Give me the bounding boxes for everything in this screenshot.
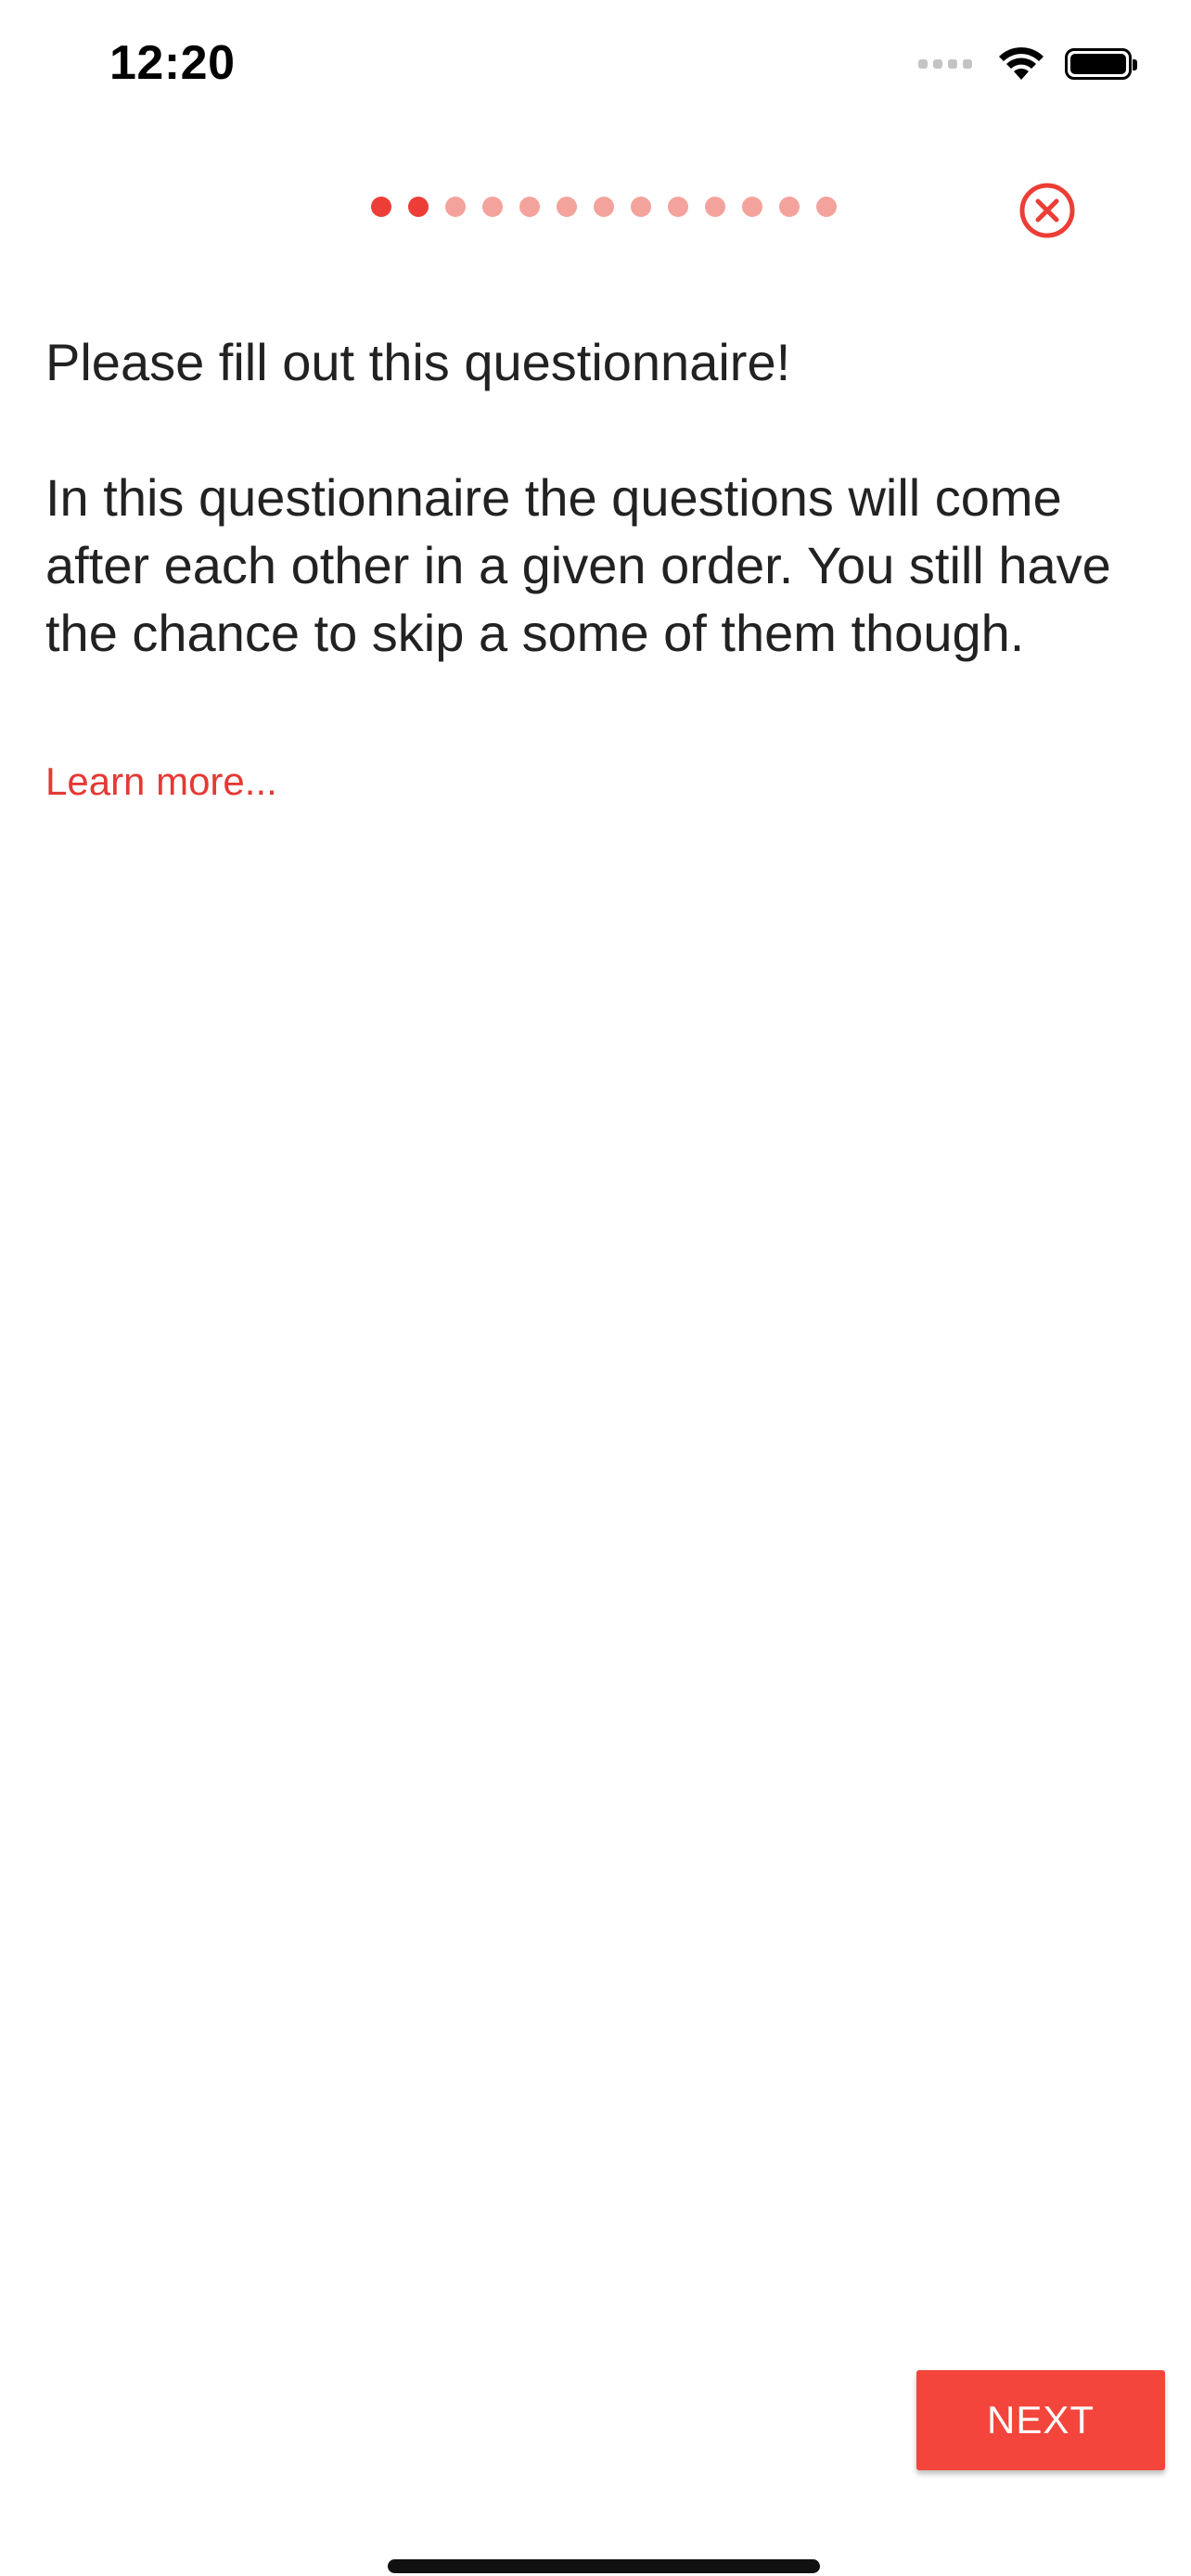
progress-dot [445,197,466,217]
progress-dot [631,197,651,217]
home-indicator [0,2559,1191,2576]
progress-dot [705,197,725,217]
progress-dot [816,197,837,217]
intro-text: Please fill out this questionnaire! In t… [45,333,1111,662]
close-circle-icon [1019,183,1075,238]
next-button[interactable]: NEXT [916,2370,1165,2470]
progress-dot [779,197,800,217]
progress-dot [408,197,429,217]
progress-indicator [371,197,837,217]
progress-dot [519,197,540,217]
progress-dot [594,197,614,217]
status-icons [918,46,1137,82]
progress-dot [557,197,577,217]
cellular-signal-icon [918,59,972,69]
wifi-icon [999,47,1044,80]
battery-icon [1065,48,1137,80]
close-button[interactable] [1018,182,1076,239]
status-bar: 12:20 [0,0,1191,139]
progress-dot [482,197,503,217]
progress-dot [668,197,688,217]
learn-more-link[interactable]: Learn more... [45,759,277,804]
main-content: Please fill out this questionnaire! In t… [45,328,1149,804]
progress-dot [742,197,762,217]
progress-dot [371,197,391,217]
status-time: 12:20 [109,36,236,90]
